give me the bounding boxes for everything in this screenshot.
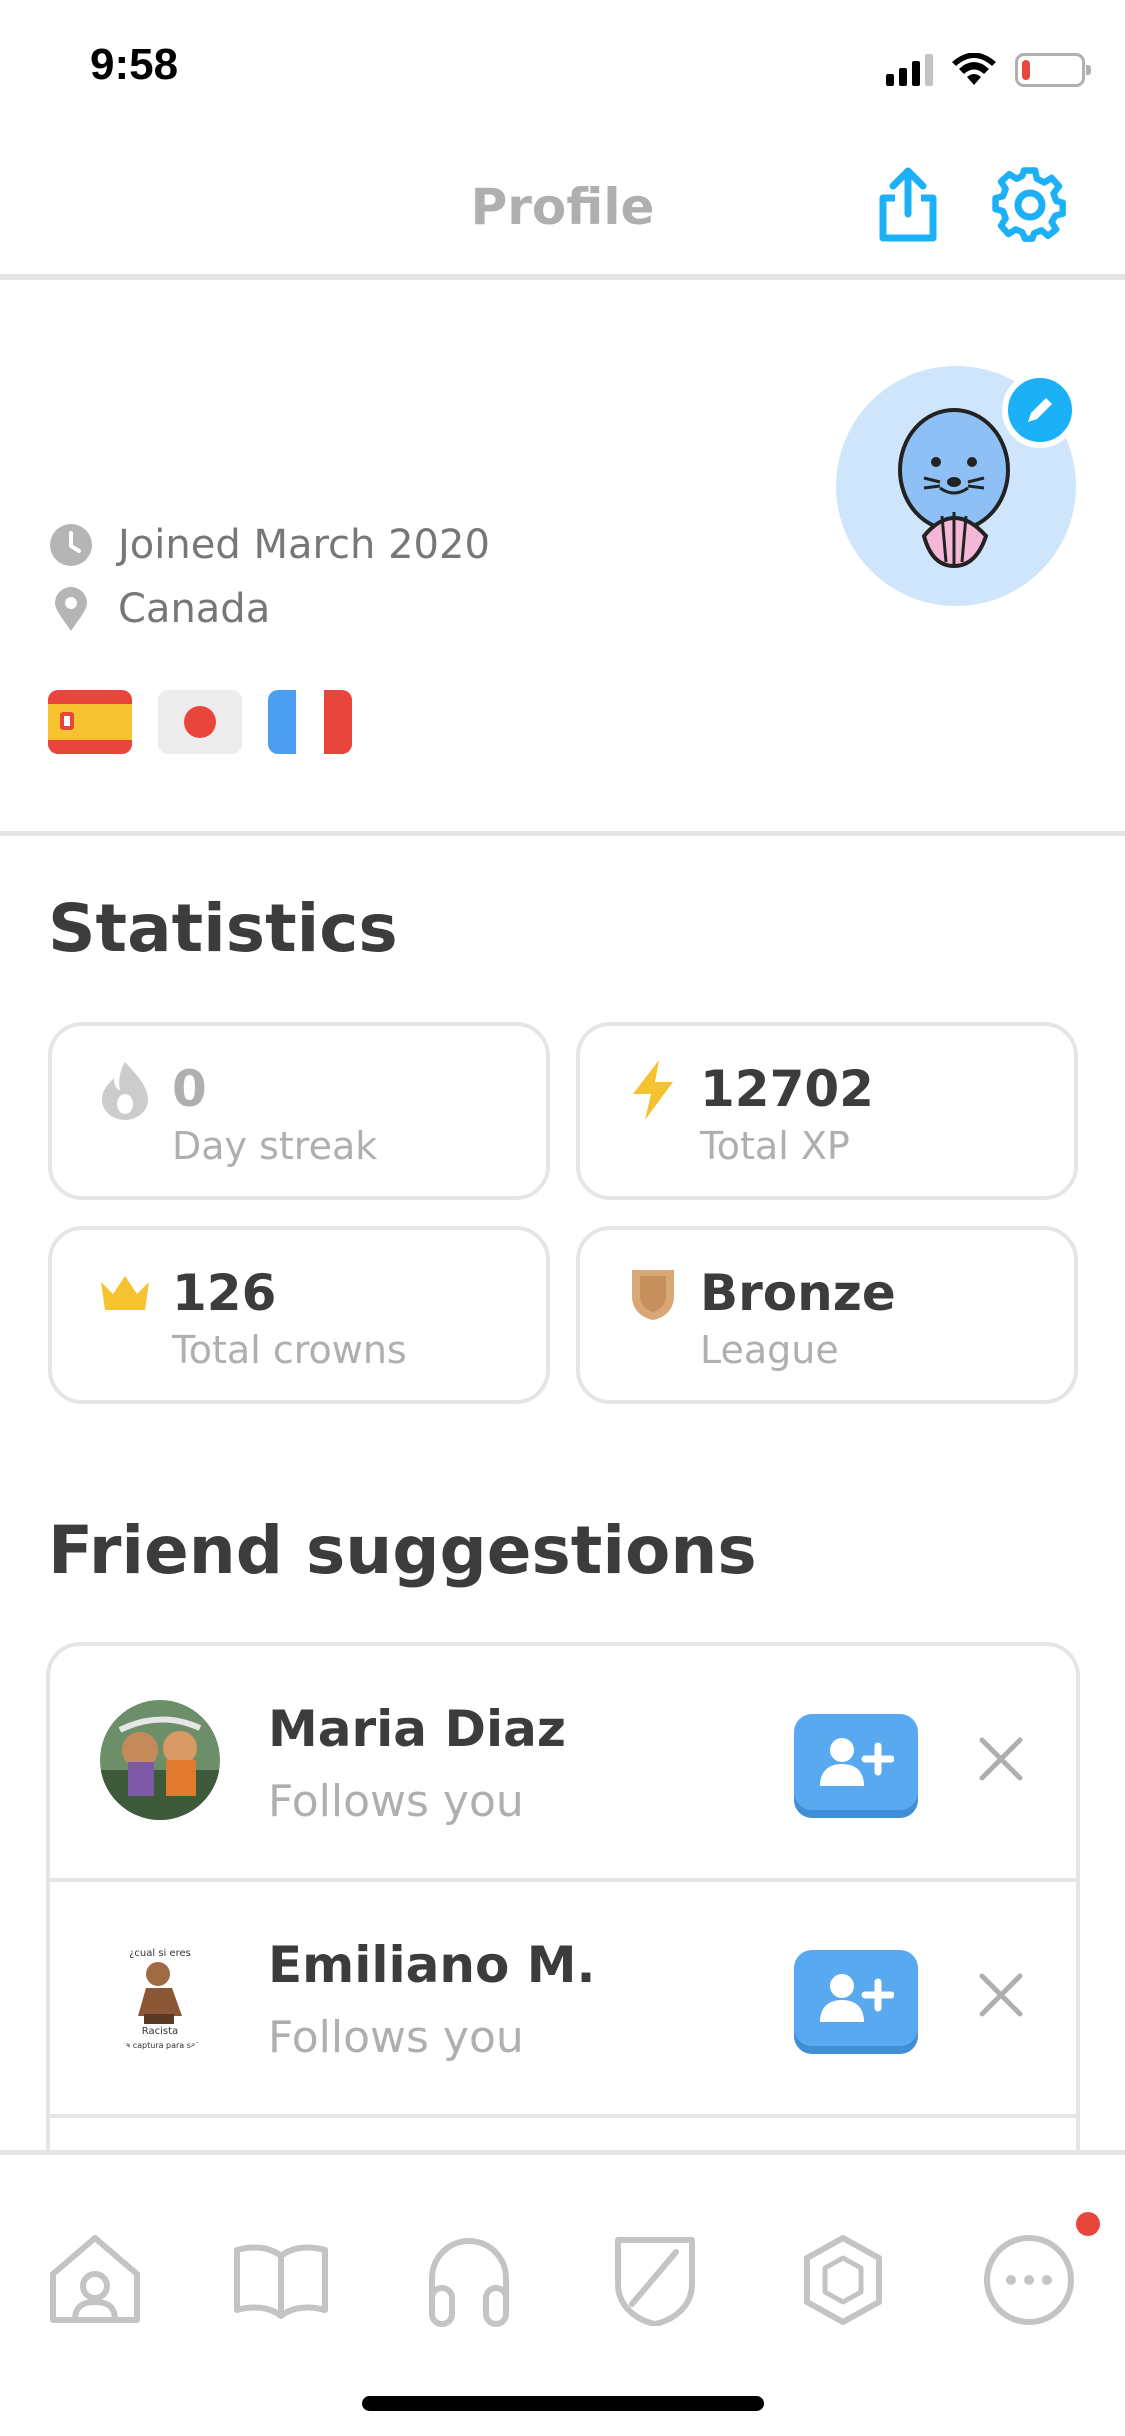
cellular-signal-icon [886, 54, 933, 86]
status-icons [886, 50, 1091, 90]
gem-icon [804, 2235, 882, 2325]
status-bar: 9:58 [0, 0, 1125, 130]
close-icon [979, 1737, 1023, 1781]
more-icon [984, 2235, 1074, 2325]
friend-subtitle: Follows you [268, 1776, 524, 1827]
clock-icon [48, 522, 94, 568]
lightning-icon [624, 1058, 682, 1122]
crowns-label: Total crowns [172, 1328, 407, 1372]
bronze-shield-icon [624, 1262, 682, 1326]
friend-suggestions-title: Friend suggestions [48, 1512, 757, 1589]
friend-suggestion-row[interactable]: ¿cual si eres Racista Saca captura para … [50, 1882, 1076, 2118]
friend-subtitle: Follows you [268, 2012, 524, 2063]
pencil-icon [1028, 398, 1052, 422]
friend-suggestion-row[interactable]: Maria Diaz Follows you [50, 1646, 1076, 1882]
stat-card-streak: 0 Day streak [48, 1022, 550, 1200]
add-user-icon [820, 1738, 894, 1786]
french-flag-icon[interactable] [268, 690, 352, 754]
avatar-caption-mid: Racista [142, 2026, 178, 2037]
status-time: 9:58 [90, 40, 179, 89]
statistics-title: Statistics [48, 890, 398, 967]
stat-card-crowns: 126 Total crowns [48, 1226, 550, 1404]
location-pin-icon [48, 586, 94, 632]
add-friend-button[interactable] [794, 1714, 918, 1810]
edit-avatar-button[interactable] [1002, 372, 1078, 448]
league-value: Bronze [700, 1264, 896, 1322]
stat-card-xp: 12702 Total XP [576, 1022, 1078, 1200]
nav-shop[interactable] [788, 2225, 898, 2335]
friend-avatar[interactable]: ¿cual si eres Racista Saca captura para … [100, 1936, 220, 2056]
language-flags [48, 690, 352, 754]
home-icon [50, 2235, 140, 2323]
avatar-caption-bottom: Saca captura para saber [111, 2041, 210, 2050]
shield-icon [615, 2237, 695, 2326]
page-title: Profile [470, 178, 655, 236]
avatar-caption-top: ¿cual si eres [129, 1948, 191, 1959]
streak-label: Day streak [172, 1124, 378, 1168]
flame-icon [96, 1058, 154, 1122]
streak-value: 0 [172, 1060, 207, 1118]
xp-label: Total XP [700, 1124, 850, 1168]
location-row: Canada [48, 586, 270, 632]
settings-button[interactable] [990, 165, 1070, 245]
bottom-navigation [0, 2150, 1125, 2436]
friend-name: Emiliano M. [268, 1936, 596, 1994]
close-icon [979, 1973, 1023, 2017]
gear-icon [992, 167, 1066, 242]
nav-learn[interactable] [226, 2225, 336, 2335]
home-indicator [362, 2396, 764, 2411]
dismiss-suggestion-button[interactable] [966, 1960, 1036, 2030]
stat-card-league: Bronze League [576, 1226, 1078, 1404]
battery-icon [1015, 53, 1091, 87]
joined-row: Joined March 2020 [48, 522, 490, 568]
friend-suggestions-list: Maria Diaz Follows you ¿cual si eres Rac… [46, 1642, 1080, 2162]
location: Canada [118, 586, 271, 632]
headphones-icon [429, 2238, 509, 2327]
crown-icon [96, 1262, 154, 1326]
joined-date: Joined March 2020 [118, 522, 490, 568]
add-user-icon [820, 1974, 894, 2022]
friend-avatar[interactable] [100, 1700, 220, 1820]
wifi-icon [952, 53, 996, 85]
add-friend-button[interactable] [794, 1950, 918, 2046]
share-icon [879, 167, 937, 242]
league-label: League [700, 1328, 839, 1372]
nav-home[interactable] [40, 2225, 150, 2335]
notification-dot [1076, 2212, 1100, 2236]
top-header: Profile [0, 130, 1125, 280]
dismiss-suggestion-button[interactable] [966, 1724, 1036, 1794]
profile-section: Joined March 2020 Canada [0, 286, 1125, 836]
nav-leagues[interactable] [600, 2225, 710, 2335]
spanish-flag-icon[interactable] [48, 690, 132, 754]
book-icon [234, 2244, 328, 2319]
crowns-value: 126 [172, 1264, 277, 1322]
xp-value: 12702 [700, 1060, 874, 1118]
share-button[interactable] [868, 165, 948, 245]
nav-more[interactable] [974, 2225, 1084, 2335]
nav-stories[interactable] [414, 2225, 524, 2335]
friend-name: Maria Diaz [268, 1700, 566, 1758]
japanese-flag-icon[interactable] [158, 690, 242, 754]
